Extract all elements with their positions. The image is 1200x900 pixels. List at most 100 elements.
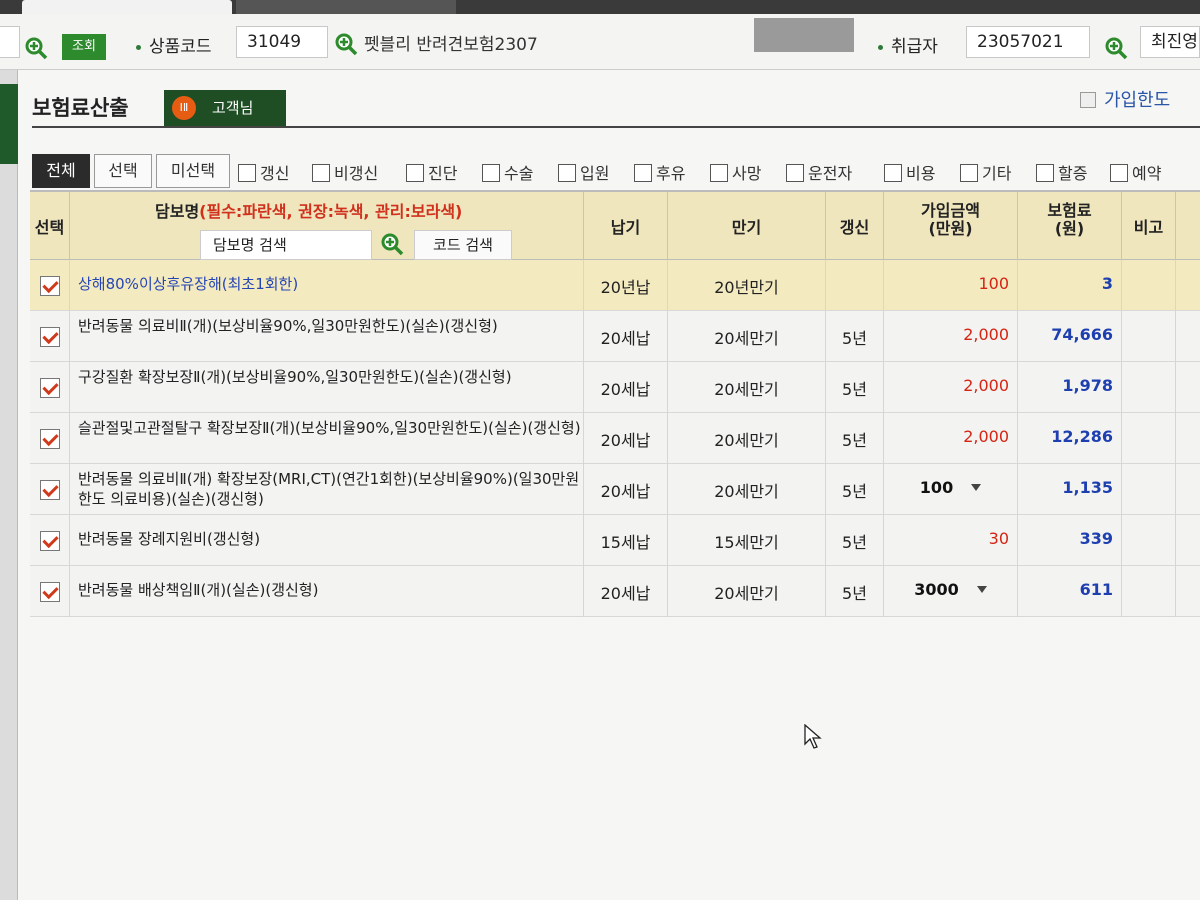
header-premium: 보험료 (원) xyxy=(1018,192,1122,262)
mouse-cursor-icon xyxy=(804,724,822,749)
coverage-table: 선택 담보명(필수:파란색, 권장:녹색, 관리:보라색) 담보명 검색 코드 … xyxy=(30,190,1200,617)
maturity: 20년만기 xyxy=(714,278,779,297)
title-divider xyxy=(32,126,1200,128)
chevron-down-icon[interactable] xyxy=(976,586,987,593)
filter-check-death[interactable]: 사망 xyxy=(710,160,761,184)
left-nav-active[interactable] xyxy=(0,84,18,164)
filter-check-surgery[interactable]: 수술 xyxy=(482,160,533,184)
customer-badge-icon: ⅠⅡ xyxy=(172,96,196,120)
amount: 2,000 xyxy=(963,427,1009,446)
note-cell xyxy=(1122,413,1176,464)
amount-select[interactable]: 100 xyxy=(884,464,1018,515)
premium: 611 xyxy=(1079,580,1113,599)
coverage-search-input[interactable]: 담보명 검색 xyxy=(200,230,372,260)
left-nav-strip xyxy=(0,70,18,900)
maturity: 20세만기 xyxy=(714,584,779,603)
pay-period: 15세납 xyxy=(600,533,651,552)
maturity: 20세만기 xyxy=(714,431,779,450)
renewal: 5년 xyxy=(842,329,867,348)
filter-check-disability[interactable]: 후유 xyxy=(634,160,685,184)
coverage-name: 반려동물 의료비Ⅱ(개) 확장보장(MRI,CT)(연간1회한)(보상비율90%… xyxy=(78,470,580,508)
header-select: 선택 xyxy=(30,192,70,262)
filter-check-nonrenewal[interactable]: 비갱신 xyxy=(312,160,378,184)
table-row[interactable]: 반려동물 의료비Ⅱ(개) 확장보장(MRI,CT)(연간1회한)(보상비율90%… xyxy=(30,464,1200,515)
zoom-icon[interactable] xyxy=(24,36,48,60)
pay-period: 20세납 xyxy=(600,380,651,399)
chevron-down-icon[interactable] xyxy=(971,484,982,491)
product-code-label: 상품코드 xyxy=(136,32,212,57)
code-search-button[interactable]: 코드 검색 xyxy=(414,230,512,260)
filter-selected-button[interactable]: 선택 xyxy=(94,154,152,188)
handler-label: 취급자 xyxy=(878,32,938,57)
customer-tab-label: 고객님 xyxy=(212,99,254,117)
table-row[interactable]: 상해80%이상후유장해(최초1회한) 20년납 20년만기 100 3 xyxy=(30,260,1200,311)
section-title: 보험료산출 xyxy=(32,96,129,120)
table-row[interactable]: 반려동물 장례지원비(갱신형) 15세납 15세만기 5년 30 339 xyxy=(30,515,1200,566)
window-tab[interactable] xyxy=(236,0,456,14)
header-maturity: 만기 xyxy=(668,192,826,262)
maturity: 20세만기 xyxy=(714,329,779,348)
coverage-name: 반려동물 의료비Ⅱ(개)(보상비율90%,일30만원한도)(실손)(갱신형) xyxy=(78,317,498,335)
row-checkbox[interactable] xyxy=(40,378,60,398)
window-tab-strip xyxy=(0,0,1200,14)
coverage-name: 반려동물 배상책임Ⅱ(개)(실손)(갱신형) xyxy=(78,581,319,599)
filter-check-diagnosis[interactable]: 진단 xyxy=(406,160,457,184)
premium: 1,135 xyxy=(1062,478,1113,497)
disabled-toolbar-button[interactable] xyxy=(754,18,854,52)
row-checkbox[interactable] xyxy=(40,429,60,449)
table-row[interactable]: 구강질환 확장보장Ⅱ(개)(보상비율90%,일30만원한도)(실손)(갱신형) … xyxy=(30,362,1200,413)
table-header: 선택 담보명(필수:파란색, 권장:녹색, 관리:보라색) 담보명 검색 코드 … xyxy=(30,190,1200,262)
handler-input[interactable]: 23057021 xyxy=(966,26,1090,58)
row-checkbox[interactable] xyxy=(40,531,60,551)
table-row[interactable]: 반려동물 배상책임Ⅱ(개)(실손)(갱신형) 20세납 20세만기 5년 300… xyxy=(30,566,1200,617)
subscription-limit-checkbox[interactable]: 가입한도 xyxy=(1080,86,1170,112)
customer-tab[interactable]: ⅠⅡ 고객님 xyxy=(164,90,286,126)
header-pay-period: 납기 xyxy=(584,192,668,262)
filter-check-surcharge[interactable]: 할증 xyxy=(1036,160,1087,184)
filter-check-hospital[interactable]: 입원 xyxy=(558,160,609,184)
row-checkbox[interactable] xyxy=(40,327,60,347)
maturity: 20세만기 xyxy=(714,380,779,399)
header-renewal: 갱신 xyxy=(826,192,884,262)
renewal: 5년 xyxy=(842,431,867,450)
amount: 100 xyxy=(978,274,1009,293)
filter-check-driver[interactable]: 운전자 xyxy=(786,160,852,184)
coverage-name: 구강질환 확장보장Ⅱ(개)(보상비율90%,일30만원한도)(실손)(갱신형) xyxy=(78,368,512,386)
coverage-name: 상해80%이상후유장해(최초1회한) xyxy=(78,275,299,293)
premium: 12,286 xyxy=(1051,427,1113,446)
row-checkbox[interactable] xyxy=(40,582,60,602)
coverage-search-icon[interactable] xyxy=(380,232,404,256)
row-checkbox[interactable] xyxy=(40,480,60,500)
left-cut-input[interactable] xyxy=(0,26,20,58)
pay-period: 20세납 xyxy=(600,431,651,450)
row-checkbox[interactable] xyxy=(40,276,60,296)
note-cell xyxy=(1122,464,1176,515)
table-row[interactable]: 슬관절및고관절탈구 확장보장Ⅱ(개)(보상비율90%,일30만원한도)(실손)(… xyxy=(30,413,1200,464)
pay-period: 20년납 xyxy=(600,278,651,297)
note-cell xyxy=(1122,515,1176,566)
renewal: 5년 xyxy=(842,482,867,501)
search-button[interactable]: 조회 xyxy=(62,34,106,60)
amount: 2,000 xyxy=(963,325,1009,344)
renewal: 5년 xyxy=(842,380,867,399)
maturity: 20세만기 xyxy=(714,482,779,501)
filter-check-cost[interactable]: 비용 xyxy=(884,160,935,184)
amount-select[interactable]: 3000 xyxy=(884,566,1018,617)
filter-all-button[interactable]: 전체 xyxy=(32,154,90,188)
handler-search-icon[interactable] xyxy=(1104,36,1128,60)
product-search-icon[interactable] xyxy=(334,32,358,56)
pay-period: 20세납 xyxy=(600,329,651,348)
recent-select[interactable]: 최진영 xyxy=(1140,26,1200,58)
renewal: 5년 xyxy=(842,584,867,603)
header-coverage-name: 담보명(필수:파란색, 권장:녹색, 관리:보라색) 담보명 검색 코드 검색 xyxy=(70,192,584,262)
note-cell xyxy=(1122,566,1176,617)
premium: 339 xyxy=(1079,529,1113,548)
coverage-name: 반려동물 장례지원비(갱신형) xyxy=(78,530,261,548)
filter-check-other[interactable]: 기타 xyxy=(960,160,1011,184)
filter-check-renewal[interactable]: 갱신 xyxy=(238,160,289,184)
product-code-input[interactable]: 31049 xyxy=(236,26,328,58)
filter-check-reservation[interactable]: 예약 xyxy=(1110,160,1161,184)
filter-unselected-button[interactable]: 미선택 xyxy=(156,154,230,188)
table-row[interactable]: 반려동물 의료비Ⅱ(개)(보상비율90%,일30만원한도)(실손)(갱신형) 2… xyxy=(30,311,1200,362)
active-window-tab[interactable] xyxy=(22,0,232,14)
